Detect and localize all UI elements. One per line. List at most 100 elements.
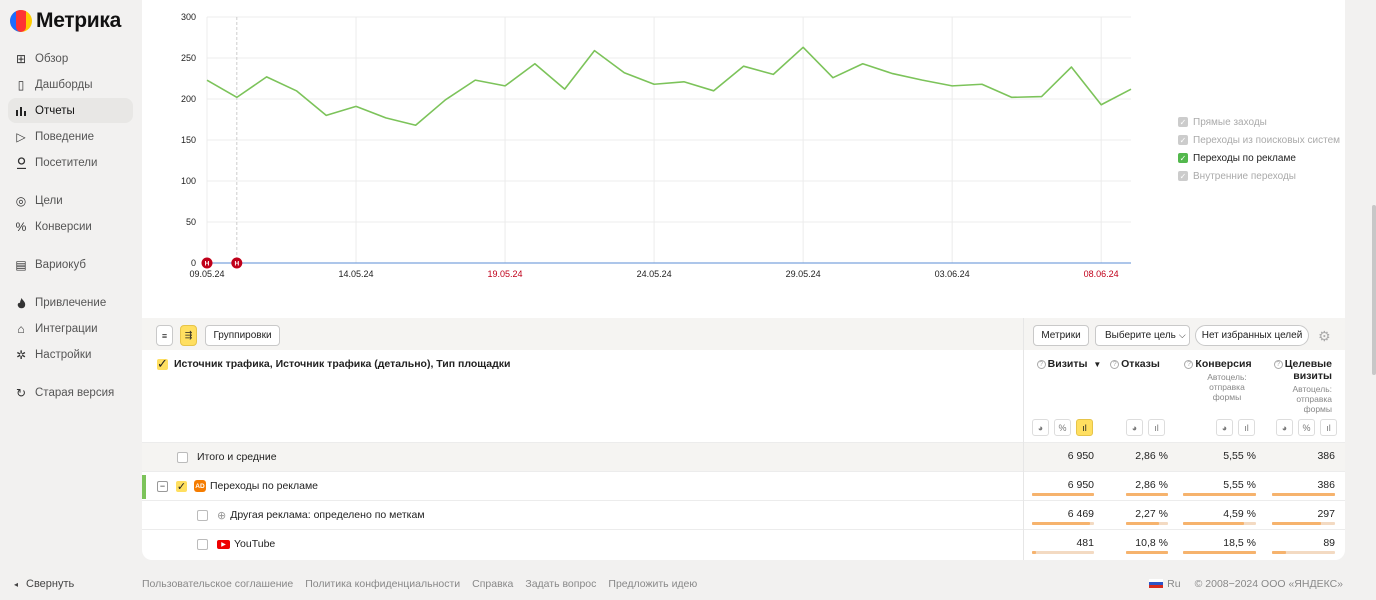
footer-link-help[interactable]: Справка [472,578,513,590]
percent-icon: % [15,219,27,234]
column-title: Визиты [1047,358,1088,370]
table-cell: 481 [1076,537,1094,549]
row-label: ⊕ Другая реклама: определено по меткам [197,501,425,529]
table-cell: 297 [1317,508,1335,520]
language-switch[interactable]: Ru [1149,578,1181,590]
collapse-sidebar-button[interactable]: ◂ Свернуть [14,578,74,590]
sidebar-item-acquisition[interactable]: Привлечение [8,290,133,315]
row-checkbox[interactable] [197,538,208,550]
pie-view-icon[interactable]: ◕ [1276,419,1293,436]
x-tick-label: 09.05.24 [189,269,224,279]
y-tick-label: 50 [186,217,196,227]
help-icon: ? [1110,360,1120,369]
groupings-button[interactable]: Группировки [205,325,280,346]
footer-link-suggest[interactable]: Предложить идею [608,578,697,590]
bar-view-icon[interactable]: ıl [1320,419,1337,436]
row-label: ▶ YouTube [197,530,275,558]
table-cell: 6 950 [1067,450,1094,462]
footer-link-ask[interactable]: Задать вопрос [525,578,596,590]
legend-label: Переходы по рекламе [1193,152,1296,164]
pie-view-icon[interactable]: ◕ [1032,419,1049,436]
dimension-header[interactable]: ✓ Источник трафика, Источник трафика (де… [157,356,511,371]
table-cell: 2,86 % [1135,479,1168,491]
percent-view-icon[interactable]: % [1054,419,1071,436]
value-bar [1032,493,1094,496]
footer-link-privacy[interactable]: Политика конфиденциальности [305,578,460,590]
column-conversion[interactable]: ? Конверсия Автоцель: отправка формы [1182,358,1254,402]
legend-item-ads[interactable]: ✓ Переходы по рекламе [1178,149,1340,167]
bar-view-icon[interactable]: ıl [1076,419,1093,436]
favorite-goals-button[interactable]: Нет избранных целей [1195,325,1309,346]
flame-icon [14,296,28,310]
y-tick-label: 150 [181,135,196,145]
sidebar-item-label: Вариокуб [35,258,86,271]
value-bar [1272,522,1335,525]
percent-view-icon[interactable]: % [1298,419,1315,436]
legend-label: Прямые заходы [1193,116,1267,128]
puzzle-icon: ⌂ [17,321,25,336]
value-bar [1032,522,1094,525]
value-bar [1183,551,1256,554]
table-settings-gear-icon[interactable]: ⚙ [1318,328,1331,345]
table-cell: 18,5 % [1223,537,1256,549]
list-view-button[interactable]: ≡ [156,325,173,346]
legend-item-direct[interactable]: ✓ Прямые заходы [1178,113,1340,131]
pie-view-icon[interactable]: ◕ [1126,419,1143,436]
legend-item-internal[interactable]: ✓ Внутренние переходы [1178,167,1340,185]
chevron-down-icon: ⌵ [1178,330,1186,340]
row-checkbox[interactable] [177,451,188,463]
bar-view-icon[interactable]: ıl [1238,419,1255,436]
sidebar-item-dashboards[interactable]: ▯ Дашборды [8,72,133,97]
column-visits[interactable]: ? Визиты ▼ [1036,358,1102,370]
tree-view-button[interactable]: ⇶ [180,325,197,346]
collapse-row-button[interactable]: − [157,480,168,492]
x-tick-label: 08.06.24 [1084,269,1119,279]
legend-item-search[interactable]: ✓ Переходы из поисковых систем [1178,131,1340,149]
sidebar-item-variocube[interactable]: ▤ Вариокуб [8,252,133,277]
sidebar-item-overview[interactable]: ⊞ Обзор [8,46,133,71]
column-goal-visits[interactable]: ? Целевые визиты Автоцель: отправка формы [1268,358,1332,414]
metrika-logo[interactable]: Метрика [10,9,121,33]
table-cell: 6 469 [1067,508,1094,520]
column-subtitle: Автоцель: отправка формы [1207,372,1247,402]
metrics-button[interactable]: Метрики [1033,325,1089,346]
sidebar-item-behavior[interactable]: ▷ Поведение [8,124,133,149]
ad-badge-icon: AD [194,480,206,492]
row-checkbox[interactable] [197,509,208,521]
youtube-icon: ▶ [217,539,230,549]
collapse-label: Свернуть [26,578,75,590]
sidebar-item-reports[interactable]: Отчеты [8,98,133,123]
check-icon: ✓ [1178,135,1188,145]
chevron-left-icon: ◂ [14,579,19,589]
tree-icon: ⇶ [184,330,193,340]
table-cell: 386 [1317,479,1335,491]
page-scrollbar[interactable] [1372,205,1376,375]
column-title: Конверсия [1195,358,1252,370]
sidebar-item-label: Настройки [35,348,92,361]
cube-icon: ▤ [15,257,27,272]
play-icon: ▷ [16,129,26,144]
sidebar-item-label: Конверсии [35,220,92,233]
footer-link-terms[interactable]: Пользовательское соглашение [142,578,293,590]
sidebar-item-old-version[interactable]: ↻ Старая версия [8,380,133,405]
value-bar [1126,493,1168,496]
help-icon: ? [1184,360,1194,369]
sidebar-item-label: Интеграции [35,322,98,335]
chart-legend: ✓ Прямые заходы ✓ Переходы из поисковых … [1178,113,1340,185]
row-label-text: Другая реклама: определено по меткам [230,509,425,521]
row-label-text: Итого и средние [197,451,277,463]
language-label: Ru [1167,578,1181,590]
sidebar-item-conversions[interactable]: % Конверсии [8,214,133,239]
x-tick-label: 03.06.24 [935,269,970,279]
value-bar-fill [1272,551,1287,554]
sidebar-item-goals[interactable]: ◎ Цели [8,188,133,213]
column-bounces[interactable]: ? Отказы [1108,358,1162,370]
x-tick-label: 24.05.24 [637,269,672,279]
goal-select[interactable]: Выберите цель ⌵ [1095,325,1190,346]
checked-checkbox-icon[interactable]: ✓ [176,480,187,493]
pie-view-icon[interactable]: ◕ [1216,419,1233,436]
bar-view-icon[interactable]: ıl [1148,419,1165,436]
sidebar-item-integrations[interactable]: ⌂ Интеграции [8,316,133,341]
sidebar-item-settings[interactable]: ✲ Настройки [8,342,133,367]
sidebar-item-visitors[interactable]: Посетители [8,150,133,175]
